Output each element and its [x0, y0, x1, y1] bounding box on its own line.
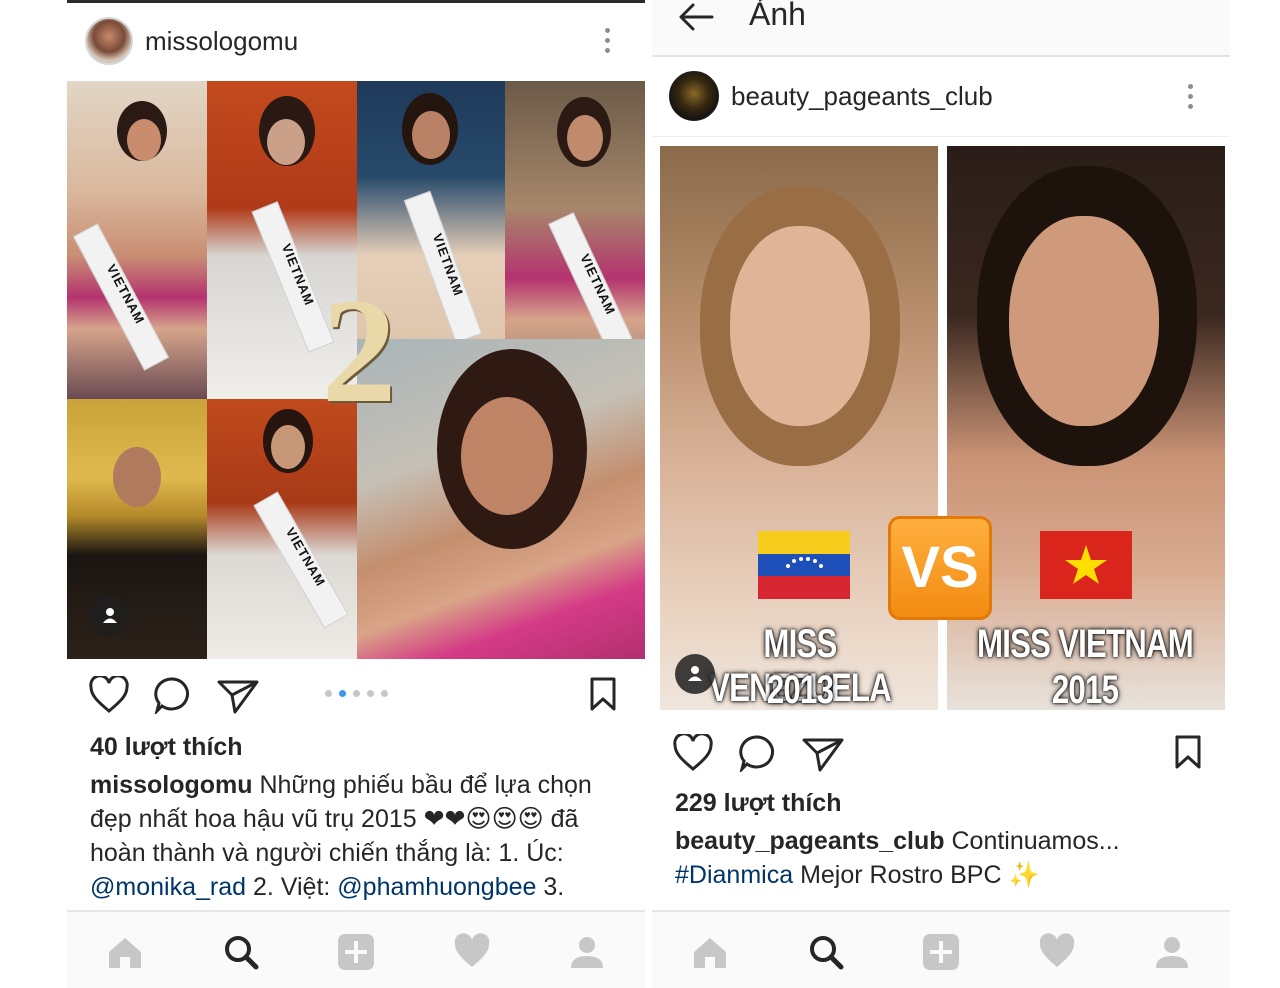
sash: VIETNAM — [72, 223, 170, 371]
caption-text: Continuamos... — [951, 827, 1120, 855]
heart-icon[interactable] — [89, 676, 129, 714]
carousel-dot — [367, 690, 374, 697]
sash: VIETNAM — [403, 190, 483, 344]
venezuela-flag-icon — [758, 531, 850, 599]
add-icon[interactable] — [336, 932, 376, 972]
overlay-number: 2 — [321, 268, 397, 434]
avatar[interactable] — [85, 17, 133, 65]
heart-icon[interactable] — [673, 734, 713, 772]
home-icon[interactable] — [690, 932, 730, 972]
caption-username[interactable]: missologomu — [90, 771, 253, 799]
collage-tile — [357, 339, 645, 659]
app-bar: Ảnh — [652, 0, 1230, 57]
mention-link[interactable]: @monika_rad — [90, 873, 246, 901]
back-arrow-icon[interactable] — [678, 2, 714, 32]
post-caption: missologomu Những phiếu bầu để lựa chọn … — [90, 768, 630, 904]
post-actions — [67, 672, 645, 722]
tagged-people-icon[interactable] — [90, 596, 130, 636]
page-title: Ảnh — [749, 0, 806, 32]
vietnam-flag-icon — [1040, 531, 1132, 599]
more-options-icon[interactable] — [605, 28, 611, 53]
right-post-screen: Ảnh beauty_pageants_club VS MISS VENEZUE… — [652, 0, 1230, 988]
contestant-right-name: MISS VIETNAM — [977, 622, 1194, 666]
post-photo-comparison[interactable]: VS MISS VENEZUELA 2013 MISS VIETNAM 2015 — [660, 146, 1225, 710]
bookmark-icon[interactable] — [1174, 734, 1202, 770]
carousel-dot-active — [339, 690, 346, 697]
post-username[interactable]: missologomu — [145, 26, 298, 57]
more-options-icon[interactable] — [1188, 84, 1194, 109]
post-photo-collage[interactable]: VIETNAM VIETNAM VIETNAM VIETNAM VIETNAM — [67, 81, 645, 659]
heart-icon[interactable] — [452, 932, 492, 972]
hashtag-link[interactable]: #Dianmica — [675, 861, 793, 889]
post-caption: beauty_pageants_club Continuamos... #Dia… — [675, 824, 1215, 892]
caption-text: 3. — [536, 873, 565, 901]
carousel-dot — [353, 690, 360, 697]
left-post-screen: missologomu VIETNAM VIETNAM VIETNAM VIET… — [67, 0, 645, 988]
post-username[interactable]: beauty_pageants_club — [731, 81, 993, 112]
contestant-left-year: 2013 — [766, 668, 834, 710]
carousel-dot — [325, 690, 332, 697]
carousel-indicator — [325, 690, 388, 697]
post-header: beauty_pageants_club — [652, 70, 1230, 137]
post-actions — [652, 730, 1230, 780]
bottom-navigation — [67, 910, 645, 988]
home-icon[interactable] — [105, 932, 145, 972]
collage-tile: VIETNAM — [207, 399, 357, 659]
status-divider — [67, 0, 645, 3]
mention-link[interactable]: @phamhuongbee — [337, 873, 536, 901]
caption-text: 2. Việt: — [246, 873, 338, 901]
caption-username[interactable]: beauty_pageants_club — [675, 827, 945, 855]
profile-icon[interactable] — [1152, 932, 1192, 972]
send-icon[interactable] — [802, 736, 844, 772]
collage-tile — [67, 399, 207, 659]
sparkles-emoji: ✨ — [1008, 861, 1040, 889]
likes-count[interactable]: 40 lượt thích — [90, 733, 243, 762]
search-icon[interactable] — [221, 932, 261, 972]
search-icon[interactable] — [806, 932, 846, 972]
post-header: missologomu — [67, 16, 645, 66]
comment-icon[interactable] — [738, 734, 778, 772]
collage-tile: VIETNAM — [67, 81, 207, 399]
carousel-dot — [381, 690, 388, 697]
caption-emoji: 😍😍😍 — [465, 805, 544, 833]
vs-label: VS — [901, 535, 979, 600]
bottom-navigation — [652, 910, 1230, 988]
bookmark-icon[interactable] — [589, 676, 617, 712]
sash: VIETNAM — [253, 491, 349, 629]
tagged-people-icon[interactable] — [675, 654, 715, 694]
comment-icon[interactable] — [153, 676, 193, 714]
profile-icon[interactable] — [567, 932, 607, 972]
avatar[interactable] — [669, 71, 719, 121]
contestant-right-year: 2015 — [1051, 668, 1119, 710]
heart-icon[interactable] — [1037, 932, 1077, 972]
add-icon[interactable] — [921, 932, 961, 972]
likes-count[interactable]: 229 lượt thích — [675, 789, 841, 818]
send-icon[interactable] — [217, 678, 259, 714]
caption-text: Mejor Rostro BPC — [800, 861, 1002, 889]
